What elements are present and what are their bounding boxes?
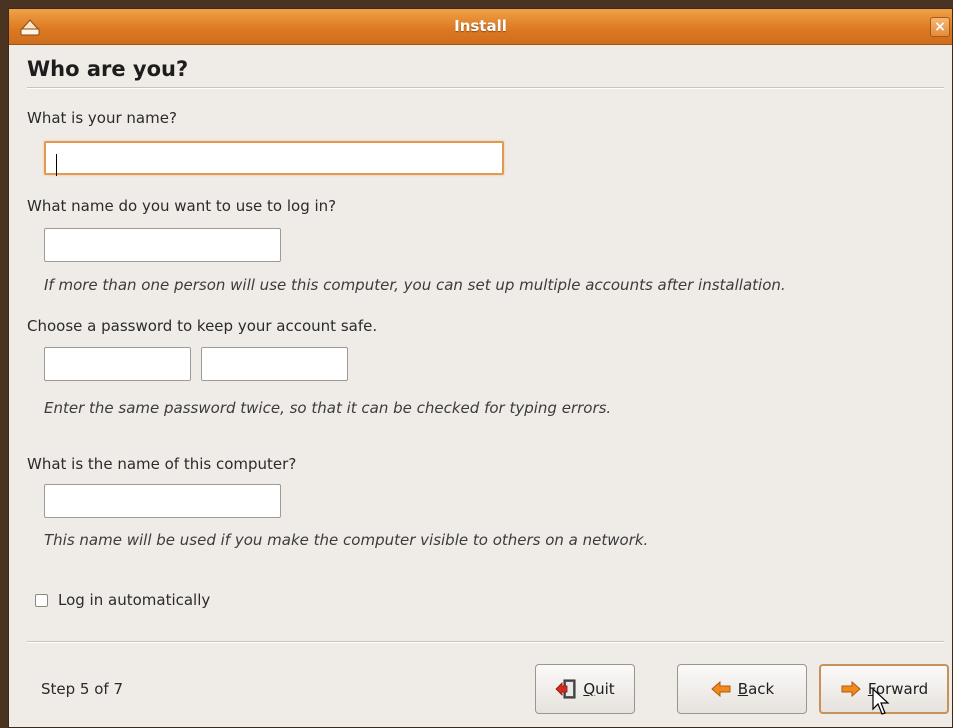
full-name-input[interactable]: [44, 141, 504, 175]
password-hint: Enter the same password twice, so that i…: [44, 399, 612, 417]
page-title: Who are you?: [27, 57, 189, 81]
close-icon: ×: [934, 19, 946, 35]
window-title: Install: [454, 17, 507, 35]
quit-door-icon: [555, 679, 576, 699]
password-confirm-input[interactable]: [201, 347, 348, 381]
quit-button[interactable]: Quit: [535, 664, 635, 714]
quit-label: Quit: [583, 680, 615, 698]
back-button[interactable]: Back: [677, 664, 807, 714]
computer-name-hint: This name will be used if you make the c…: [44, 531, 649, 549]
close-button[interactable]: ×: [930, 17, 950, 37]
computer-name-label: What is the name of this computer?: [27, 455, 297, 473]
login-label: What name do you want to use to log in?: [27, 197, 337, 215]
header-divider: [27, 87, 944, 89]
autologin-checkbox[interactable]: [35, 594, 48, 607]
name-label: What is your name?: [27, 109, 177, 127]
text-caret: [56, 154, 57, 176]
installer-window: Install × Who are you? What is your name…: [8, 8, 953, 728]
computer-name-input[interactable]: [44, 484, 281, 518]
password-label: Choose a password to keep your account s…: [27, 317, 378, 335]
footer-divider: [27, 641, 944, 643]
login-hint: If more than one person will use this co…: [44, 276, 786, 294]
back-label: Back: [737, 680, 775, 698]
step-indicator: Step 5 of 7: [41, 680, 124, 698]
title-bar[interactable]: Install ×: [9, 9, 952, 45]
back-arrow-icon: [711, 680, 731, 698]
mouse-pointer-icon: [872, 688, 890, 715]
username-input[interactable]: [44, 228, 281, 262]
forward-arrow-icon: [841, 680, 861, 698]
password-input[interactable]: [44, 347, 191, 381]
autologin-label[interactable]: Log in automatically: [58, 591, 210, 609]
